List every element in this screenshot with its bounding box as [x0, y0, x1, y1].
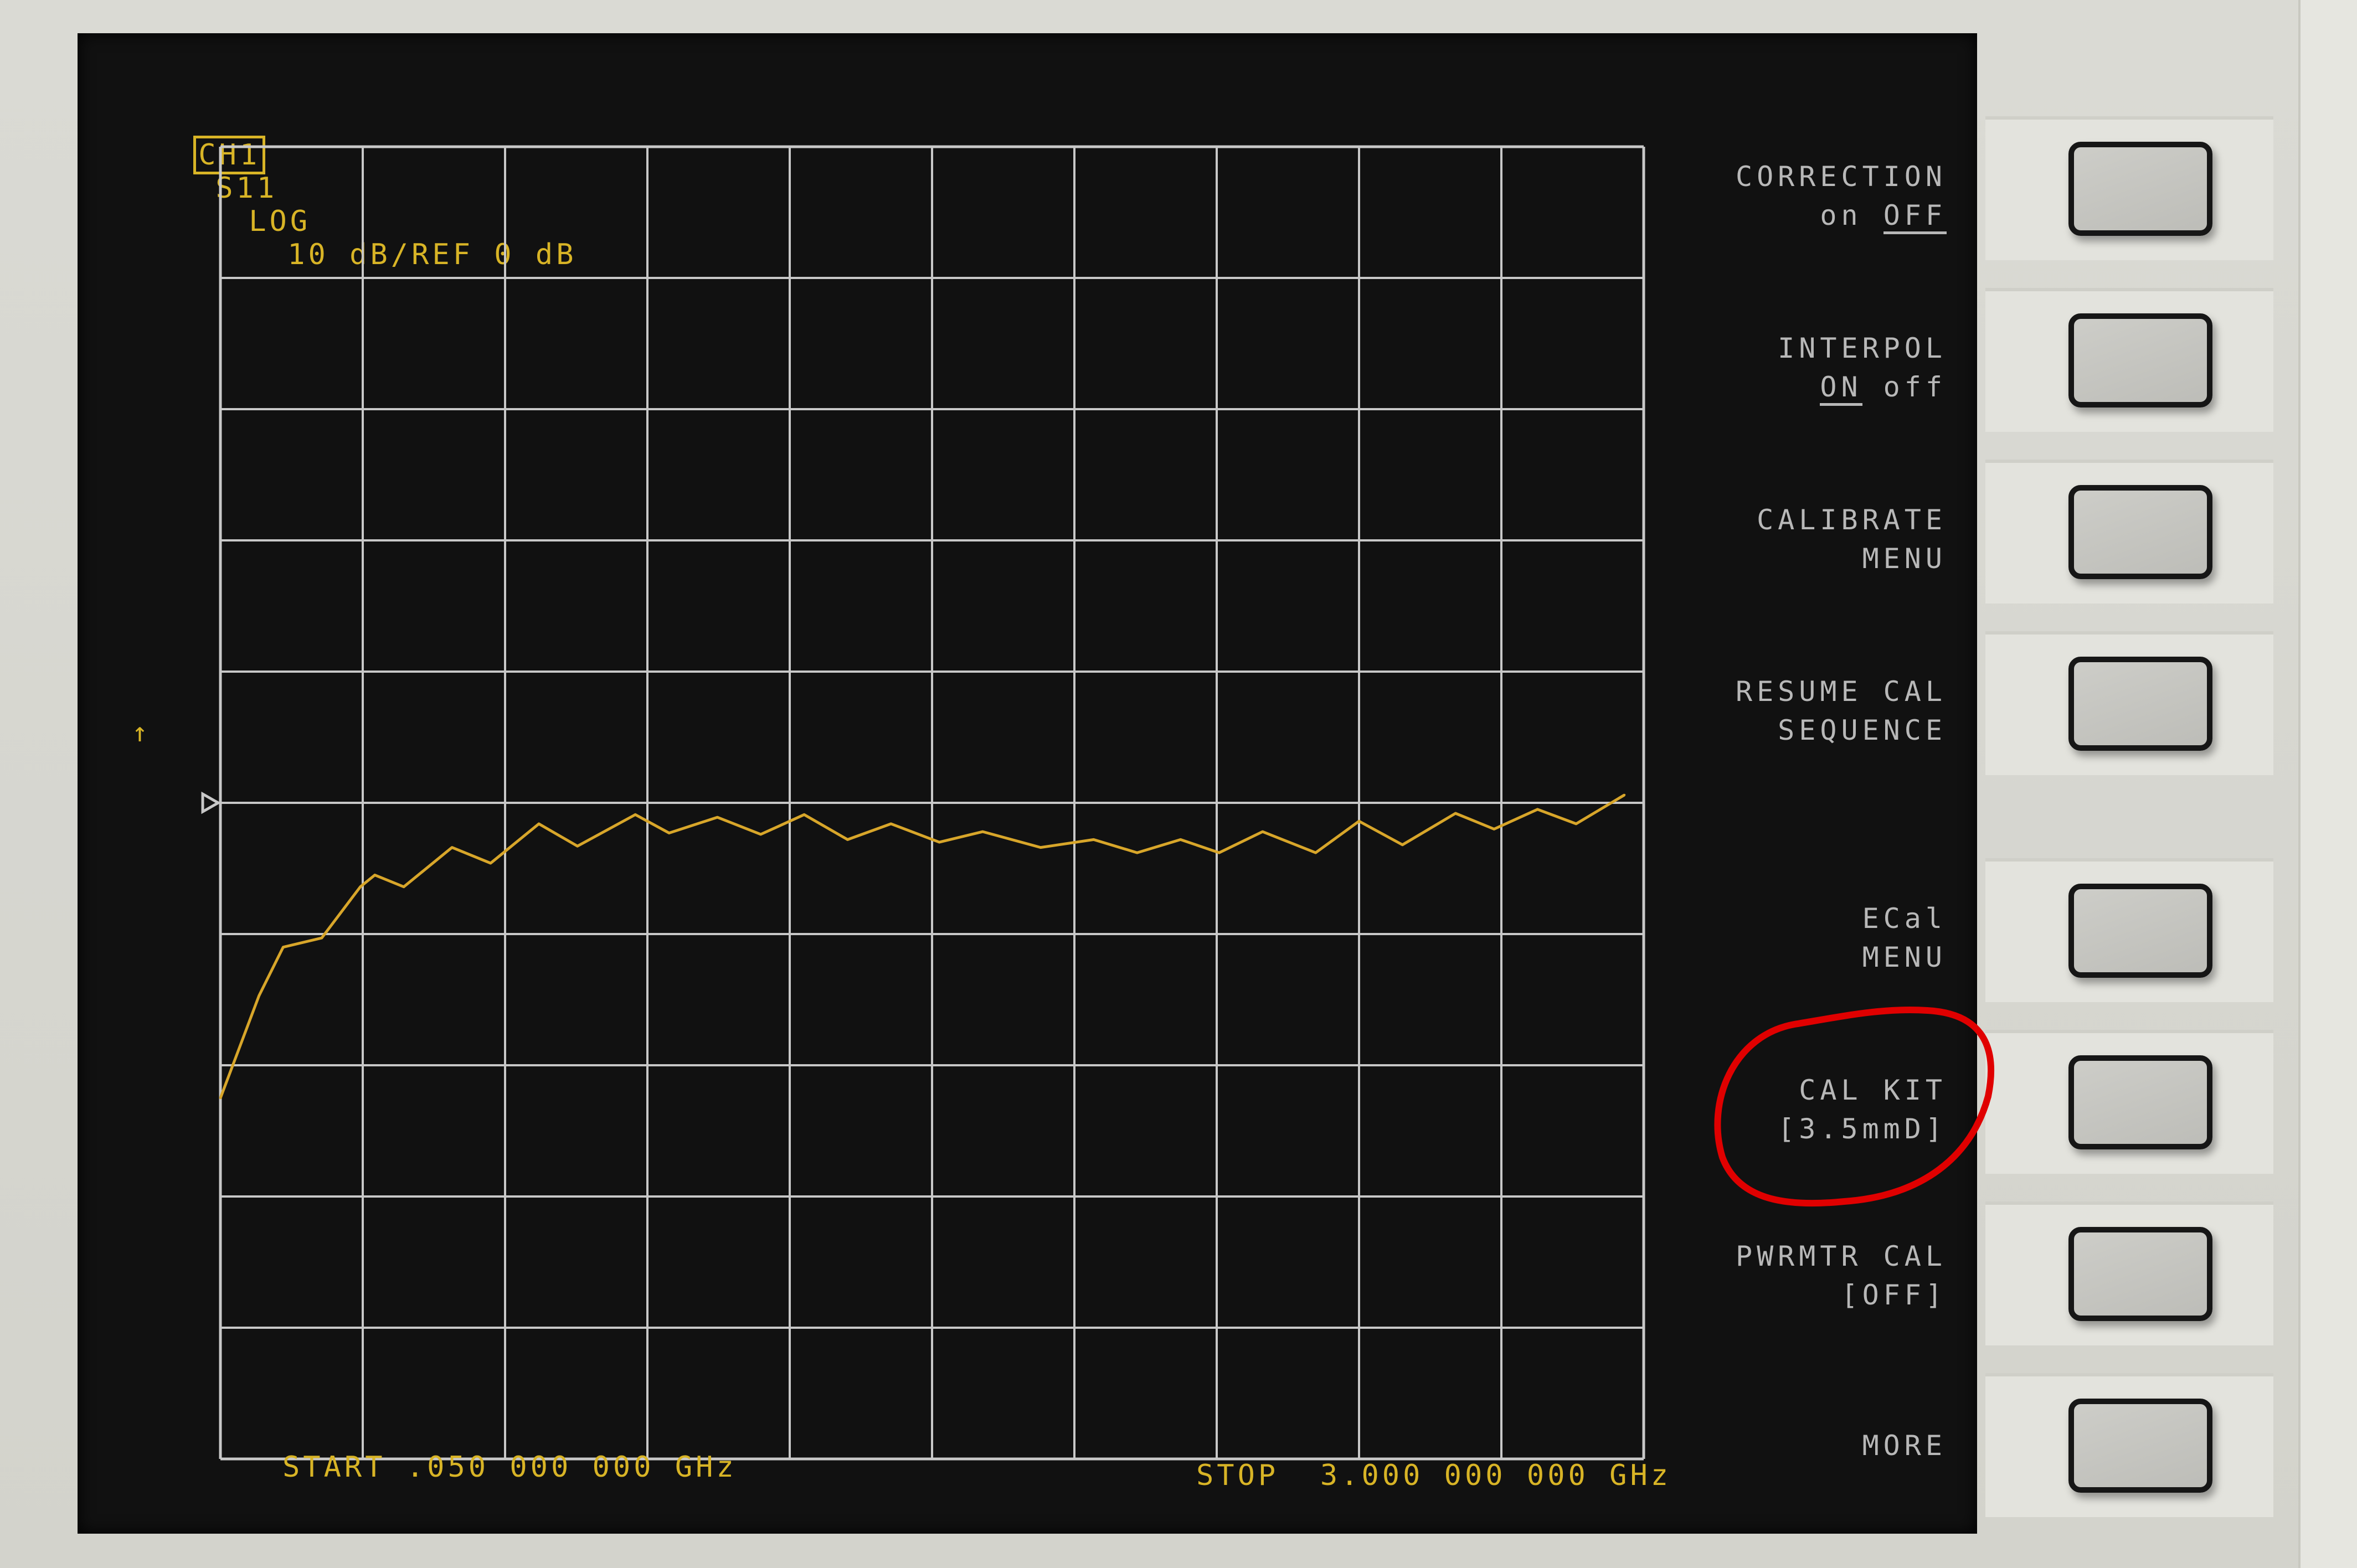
softkey-label-line2: [OFF]	[1841, 1279, 1947, 1311]
s11-trace-point	[1454, 812, 1457, 814]
softkey-label-line1: INTERPOL	[1778, 332, 1947, 364]
s11-trace-point	[1039, 846, 1042, 849]
softkey-label-line2: MENU	[1862, 941, 1947, 973]
softkey-panel	[1985, 116, 2273, 1561]
softkey-label-line1: RESUME CAL	[1735, 675, 1947, 708]
softkey-label-line1: ECal	[1862, 902, 1947, 935]
softkey-label-line2: MENU	[1862, 543, 1947, 575]
softkey-label-line1: CORRECTION	[1735, 161, 1947, 193]
softkey-slot	[1985, 1030, 2273, 1174]
start-frequency: START .050 000 000 GHz	[282, 1451, 737, 1484]
s11-trace-point	[1401, 843, 1404, 846]
s11-trace-point	[803, 813, 806, 816]
s11-trace-point	[846, 838, 849, 841]
trace-plot	[201, 145, 1645, 1461]
s11-trace-point	[451, 846, 454, 849]
s11-trace-point	[1179, 838, 1182, 841]
softkey-slot	[1985, 631, 2273, 775]
s11-trace-point	[258, 994, 260, 997]
s11-trace-point	[1092, 838, 1095, 841]
s11-trace-point	[1575, 822, 1577, 825]
softkey-label-line2: MORE	[1862, 1430, 1947, 1462]
toggle-option-a: on	[1820, 199, 1883, 231]
softkey-label-5: ECal MENU	[1862, 902, 1947, 973]
softkey-slot	[1985, 116, 2273, 260]
softkey-label-2: CALIBRATE MENU	[1757, 504, 1947, 575]
softkey-button-ecal[interactable]	[2068, 884, 2212, 978]
softkey-label-line2: SEQUENCE	[1778, 714, 1947, 746]
s11-trace-point	[1136, 852, 1139, 854]
s11-trace-line	[219, 793, 1625, 1099]
s11-trace-point	[1623, 793, 1626, 796]
s11-trace-point	[489, 862, 492, 864]
softkey-slot	[1985, 460, 2273, 604]
s11-trace-point	[668, 832, 671, 834]
s11-trace-point	[634, 813, 637, 816]
softkey-label-line2: ON off	[1778, 371, 1947, 406]
softkey-slot	[1985, 1201, 2273, 1345]
s11-trace-point	[1218, 852, 1221, 854]
softkey-label-line1: CALIBRATE	[1757, 504, 1947, 536]
softkey-label-line1: PWRMTR CAL	[1735, 1240, 1947, 1272]
softkey-label-3: RESUME CAL SEQUENCE	[1736, 675, 1947, 746]
softkey-slot	[1985, 1373, 2273, 1517]
reference-level-marker-icon	[201, 791, 222, 814]
s11-trace-point	[403, 885, 405, 888]
softkey-button-pwrmtr-cal[interactable]	[2068, 1227, 2212, 1321]
s11-trace-point	[1493, 828, 1495, 831]
softkey-label-8: MORE	[1862, 1423, 1947, 1462]
s11-trace-point	[981, 831, 984, 833]
bezel-rail	[2298, 0, 2357, 1568]
softkey-label-line2: on OFF	[1736, 199, 1947, 234]
softkey-button-correction[interactable]	[2068, 142, 2212, 236]
s11-trace-point	[219, 1097, 222, 1100]
s11-trace-point	[759, 833, 762, 835]
s11-trace-point	[938, 841, 941, 844]
toggle-option-b: OFF	[1883, 199, 1947, 234]
toggle-option-a: ON	[1820, 371, 1862, 406]
softkey-button-more[interactable]	[2068, 1399, 2212, 1493]
s11-trace-point	[320, 937, 323, 940]
s11-trace-point	[538, 822, 540, 825]
softkey-label-7: PWRMTR CAL [OFF]	[1736, 1240, 1947, 1311]
softkey-label-0: CORRECTION on OFF	[1735, 161, 1947, 234]
softkey-button-cal-kit[interactable]	[2068, 1055, 2212, 1149]
s11-trace-point	[359, 885, 362, 888]
softkey-button-interpol[interactable]	[2068, 313, 2212, 408]
softkey-slot	[1985, 288, 2273, 432]
softkey-label-line2: [3.5mmD]	[1778, 1113, 1947, 1145]
softkey-label-1: INTERPOL ON off	[1778, 332, 1947, 406]
s11-trace-point	[1314, 852, 1317, 854]
analyzer-screen: CH1 S11 LOG 10 dB/REF 0 dB ↑ START .050 …	[78, 33, 1977, 1534]
s11-trace-point	[282, 946, 285, 948]
s11-trace-point	[889, 822, 892, 825]
softkey-label-line1: CAL KIT	[1799, 1074, 1947, 1106]
s11-trace-point	[1536, 808, 1539, 811]
softkey-slot	[1985, 858, 2273, 1002]
s11-trace-point	[716, 816, 719, 819]
toggle-option-b: off	[1862, 371, 1947, 403]
stop-frequency: STOP 3.000 000 000 GHz	[1196, 1459, 1672, 1492]
softkey-label-6: CAL KIT [3.5mmD]	[1778, 1074, 1947, 1145]
softkey-button-calibrate[interactable]	[2068, 485, 2212, 579]
softkey-button-resume-cal[interactable]	[2068, 657, 2212, 751]
s11-trace-point	[1358, 820, 1360, 823]
s11-trace-point	[373, 874, 376, 876]
s11-trace-point	[1261, 831, 1264, 833]
s11-trace-point	[576, 845, 579, 848]
